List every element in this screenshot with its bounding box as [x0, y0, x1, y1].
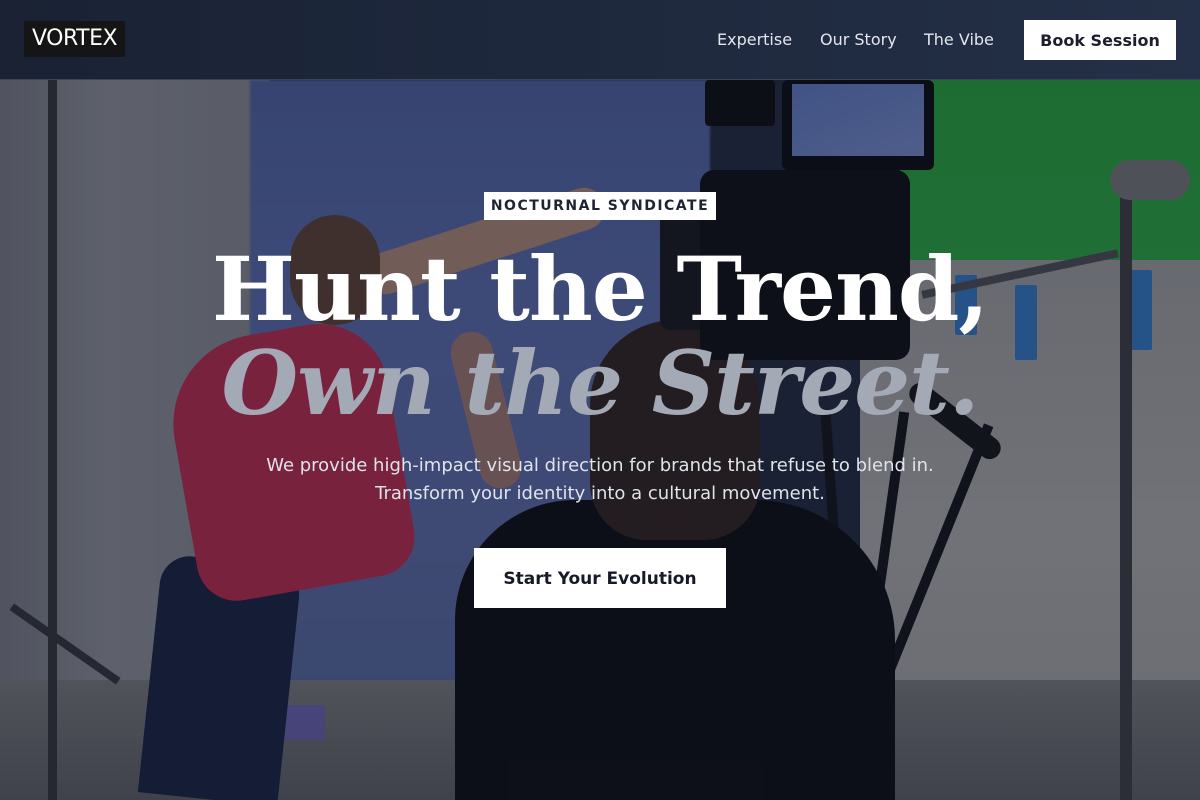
- hero-background-photo: [0, 80, 1200, 800]
- headline-line-2: Own the Street.: [221, 331, 979, 435]
- nav-link-the-vibe[interactable]: The Vibe: [924, 28, 994, 52]
- hero-dark-overlay: [0, 80, 1200, 800]
- brand-logo[interactable]: VORTEX: [24, 21, 126, 57]
- book-session-button[interactable]: Book Session: [1024, 20, 1176, 60]
- nav-link-our-story[interactable]: Our Story: [820, 28, 897, 52]
- start-evolution-button[interactable]: Start Your Evolution: [474, 548, 726, 608]
- nav-link-expertise[interactable]: Expertise: [717, 28, 792, 52]
- top-navbar: VORTEX Expertise Our Story The Vibe Book…: [0, 0, 1200, 80]
- hero-badge: NOCTURNAL SYNDICATE: [484, 192, 716, 220]
- hero-description: We provide high-impact visual direction …: [266, 455, 934, 504]
